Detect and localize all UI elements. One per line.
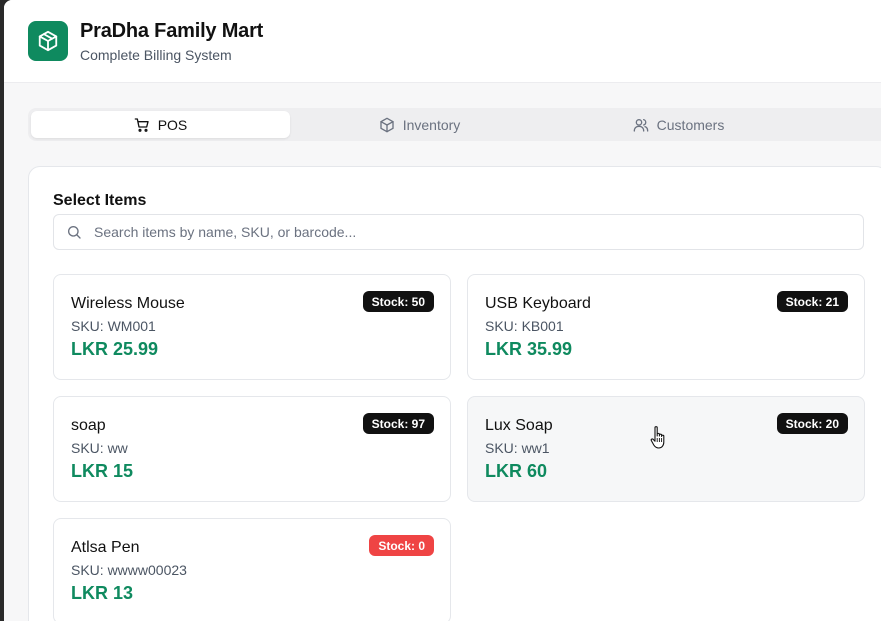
product-name: Lux Soap <box>485 417 553 434</box>
product-price: LKR 13 <box>71 583 134 603</box>
product-sku: SKU: KB001 <box>485 318 564 334</box>
search-box[interactable] <box>53 214 864 250</box>
stock-badge: Stock: 21 <box>776 291 848 312</box>
product-sku: SKU: ww1 <box>485 440 550 456</box>
users-icon <box>633 118 648 132</box>
app-title: PraDha Family Mart <box>80 19 264 42</box>
product-card-atlsa-pen[interactable]: Atlsa Pen SKU: wwww00023 LKR 13 Stock: 0 <box>53 518 451 621</box>
stock-badge-out-of-stock: Stock: 0 <box>369 535 434 556</box>
tab-pos[interactable]: POS <box>31 111 290 138</box>
stock-badge: Stock: 50 <box>362 291 434 312</box>
search-input[interactable] <box>94 215 863 249</box>
select-items-panel: Select Items Wireless Mouse SKU: WM001 L… <box>28 166 881 621</box>
brand: PraDha Family Mart Complete Billing Syst… <box>80 20 263 63</box>
product-card-usb-keyboard[interactable]: USB Keyboard SKU: KB001 LKR 35.99 Stock:… <box>467 274 865 380</box>
cart-icon <box>134 117 149 132</box>
product-sku: SKU: WM001 <box>71 318 156 334</box>
package-icon <box>28 21 68 61</box>
box-icon <box>380 117 394 132</box>
product-name: Atlsa Pen <box>71 539 140 556</box>
app-subtitle: Complete Billing System <box>80 46 232 63</box>
product-name: soap <box>71 417 106 434</box>
stock-badge: Stock: 97 <box>362 413 434 434</box>
panel-title: Select Items <box>53 192 147 209</box>
product-price: LKR 35.99 <box>485 339 573 359</box>
product-name: USB Keyboard <box>485 295 591 312</box>
product-price: LKR 25.99 <box>71 339 159 359</box>
tab-label: Customers <box>656 116 725 133</box>
product-card-wireless-mouse[interactable]: Wireless Mouse SKU: WM001 LKR 25.99 Stoc… <box>53 274 451 380</box>
tab-label: Inventory <box>402 116 461 133</box>
product-sku: SKU: ww <box>71 440 128 456</box>
main-tabs: POS Inventory Customers <box>28 108 881 141</box>
search-icon <box>68 226 81 239</box>
stock-badge: Stock: 20 <box>776 413 848 434</box>
product-sku: SKU: wwww00023 <box>71 562 187 578</box>
product-card-soap[interactable]: soap SKU: ww LKR 15 Stock: 97 <box>53 396 451 502</box>
hand-pointer-cursor-icon <box>650 426 665 449</box>
product-name: Wireless Mouse <box>71 295 185 312</box>
tab-label: POS <box>157 116 188 133</box>
tab-inventory[interactable]: Inventory <box>290 111 549 138</box>
product-price: LKR 60 <box>485 461 548 481</box>
tab-customers[interactable]: Customers <box>549 111 808 138</box>
app-header: PraDha Family Mart Complete Billing Syst… <box>4 0 881 83</box>
app-window: PraDha Family Mart Complete Billing Syst… <box>4 0 881 621</box>
product-price: LKR 15 <box>71 461 134 481</box>
